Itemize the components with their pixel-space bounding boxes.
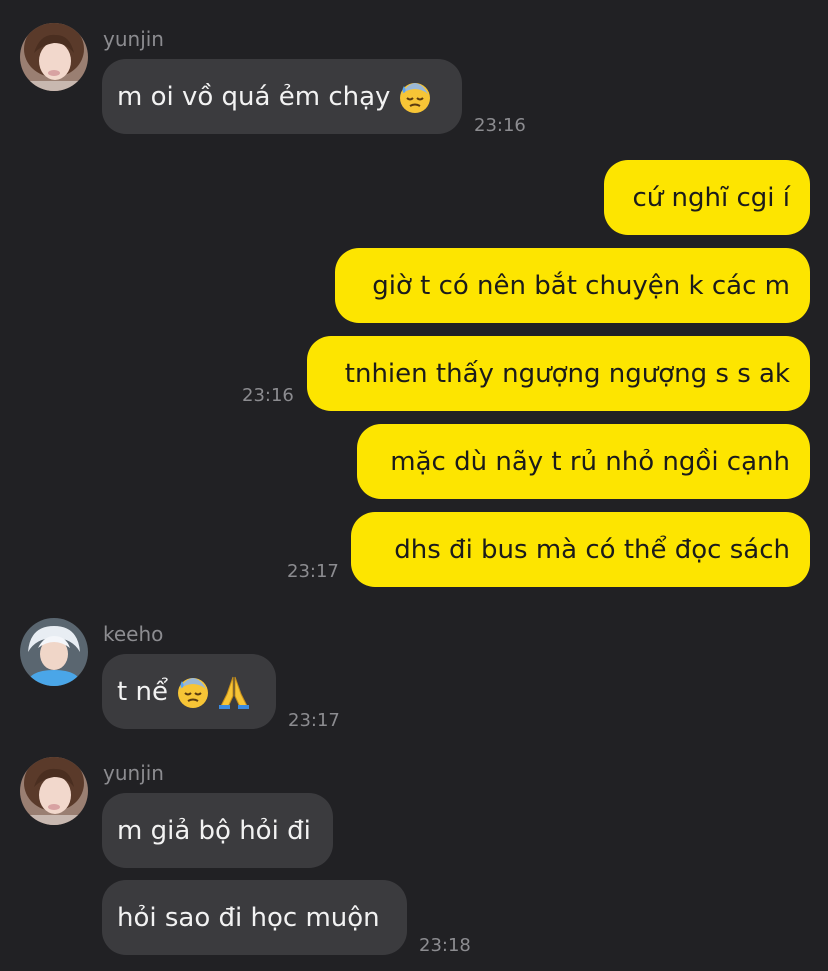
message-bubble-outgoing[interactable]: giờ t có nên bắt chuyện k các m (335, 248, 810, 323)
avatar-image (20, 23, 88, 91)
message-text: m oi vồ quá ẻm chạy (117, 81, 391, 112)
timestamp: 23:17 (288, 710, 340, 731)
message-text: cứ nghĩ cgi í (632, 182, 791, 213)
message-bubble-outgoing[interactable]: cứ nghĩ cgi í (604, 160, 810, 235)
avatar-yunjin[interactable] (20, 757, 88, 825)
message-bubble-outgoing[interactable]: tnhien thấy ngượng ngượng s s ak (307, 336, 810, 411)
message-text: m giả bộ hỏi đi (117, 815, 311, 846)
avatar-image (20, 618, 88, 686)
sender-name: yunjin (103, 27, 164, 51)
timestamp: 23:16 (242, 385, 294, 406)
avatar-yunjin[interactable] (20, 23, 88, 91)
sender-name: yunjin (103, 761, 164, 785)
message-text: dhs đi bus mà có thể đọc sách (394, 534, 790, 565)
message-bubble-outgoing[interactable]: dhs đi bus mà có thể đọc sách (351, 512, 810, 587)
sender-name: keeho (103, 622, 164, 646)
message-text: giờ t có nên bắt chuyện k các m (372, 270, 790, 301)
message-bubble-outgoing[interactable]: mặc dù nãy t rủ nhỏ ngồi cạnh (357, 424, 810, 499)
avatar-keeho[interactable] (20, 618, 88, 686)
message-text: t nể (117, 676, 168, 707)
message-text: hỏi sao đi học muộn (117, 902, 380, 933)
sweat-face-icon (176, 675, 210, 709)
message-text: tnhien thấy ngượng ngượng s s ak (344, 358, 790, 389)
message-bubble-incoming[interactable]: t nể (102, 654, 276, 729)
timestamp: 23:17 (287, 561, 339, 582)
avatar-image (20, 757, 88, 825)
message-bubble-incoming[interactable]: m giả bộ hỏi đi (102, 793, 333, 868)
sweat-face-icon (398, 80, 432, 114)
message-bubble-incoming[interactable]: m oi vồ quá ẻm chạy (102, 59, 462, 134)
message-text: mặc dù nãy t rủ nhỏ ngồi cạnh (390, 446, 790, 477)
folded-hands-icon (216, 674, 252, 710)
timestamp: 23:16 (474, 115, 526, 136)
timestamp: 23:18 (419, 935, 471, 956)
message-bubble-incoming[interactable]: hỏi sao đi học muộn (102, 880, 407, 955)
